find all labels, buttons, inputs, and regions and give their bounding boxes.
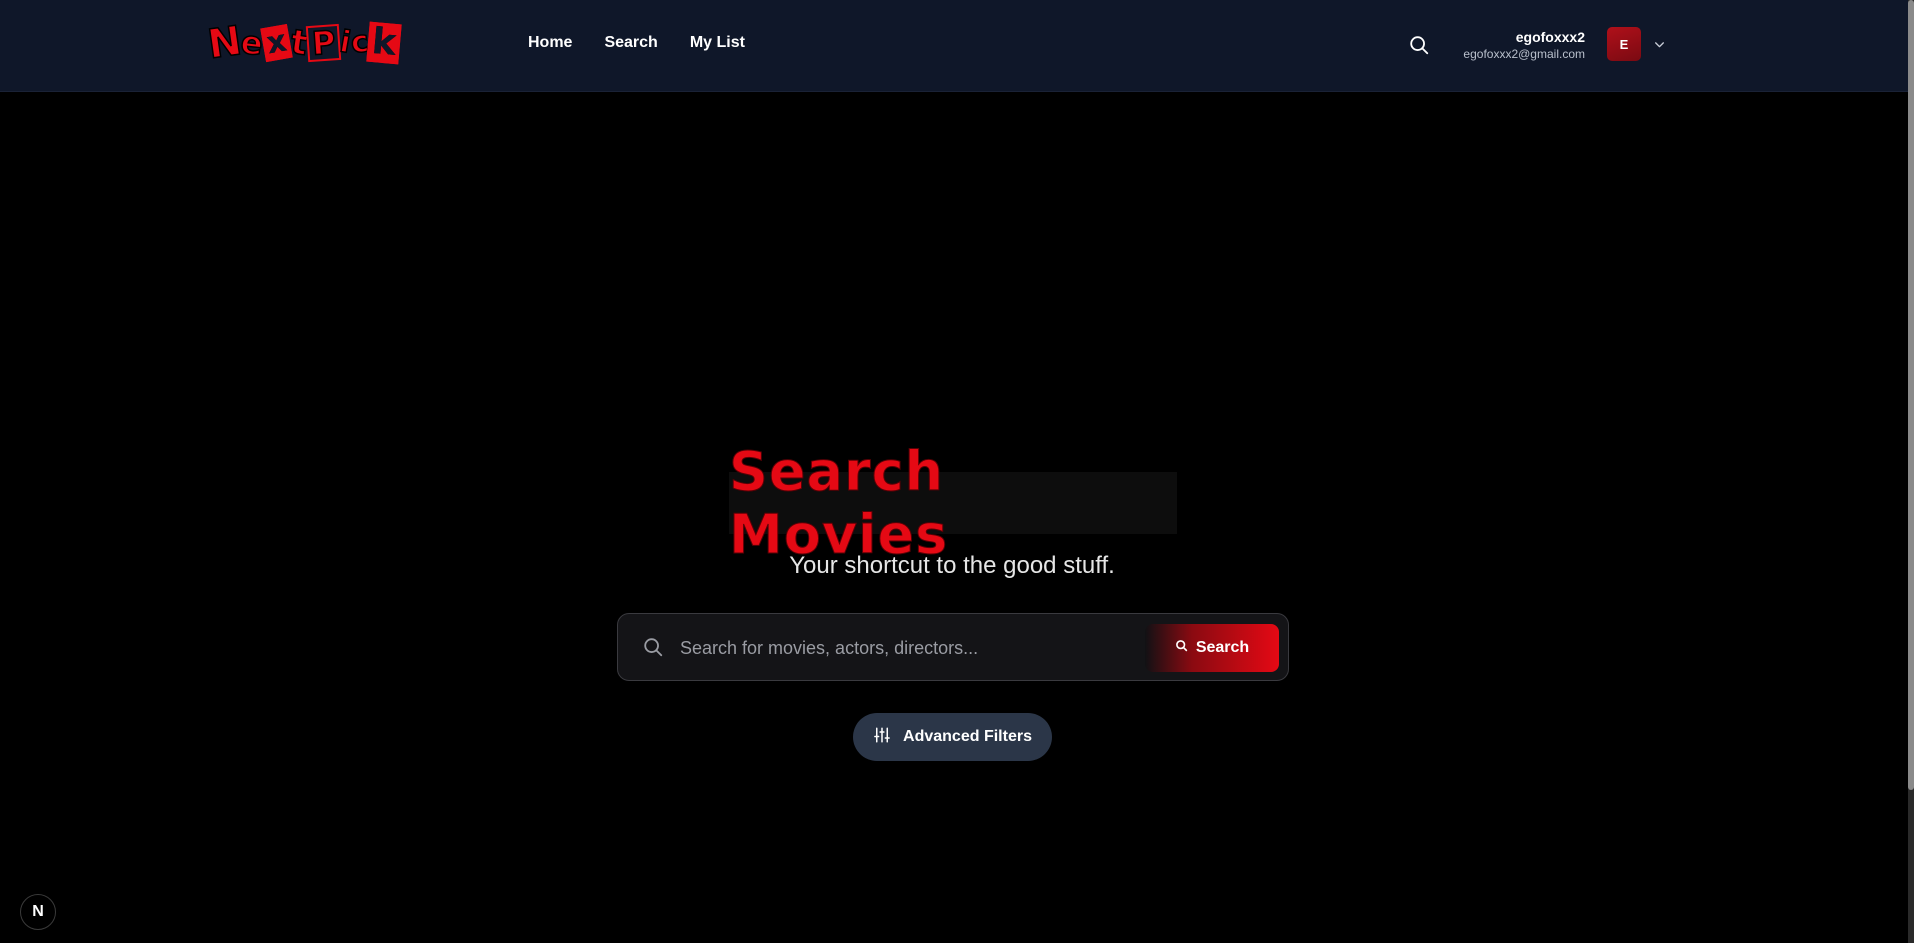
app-root: N e x t P i c k Home Search My List egof…: [0, 0, 1914, 943]
search-input[interactable]: [680, 628, 1120, 668]
sliders-icon: [873, 726, 891, 749]
scrollbar-thumb[interactable]: [1908, 0, 1914, 790]
user-info[interactable]: egofoxxx2 egofoxxx2@gmail.com: [1463, 28, 1585, 62]
search-bar: Search: [617, 613, 1289, 681]
nav-search[interactable]: Search: [604, 34, 657, 52]
chevron-down-icon[interactable]: [1653, 38, 1666, 51]
nextpick-logo[interactable]: N e x t P i c k: [204, 17, 496, 69]
scrollbar[interactable]: [1908, 0, 1914, 943]
top-navbar: N e x t P i c k Home Search My List egof…: [0, 0, 1908, 92]
search-icon: [642, 636, 664, 658]
user-email: egofoxxx2@gmail.com: [1463, 47, 1585, 61]
advanced-filters-label: Advanced Filters: [903, 728, 1032, 745]
avatar[interactable]: E: [1607, 27, 1641, 61]
main-nav: Home Search My List: [528, 34, 745, 52]
nav-my-list[interactable]: My List: [690, 34, 745, 52]
page-subtitle: Your shortcut to the good stuff.: [789, 552, 1115, 579]
page-title: Search Movies: [729, 440, 1177, 567]
nav-home[interactable]: Home: [528, 34, 572, 52]
search-button[interactable]: Search: [1145, 624, 1279, 672]
search-button-label: Search: [1195, 639, 1250, 656]
user-name: egofoxxx2: [1515, 29, 1585, 45]
advanced-filters-button[interactable]: Advanced Filters: [853, 713, 1052, 761]
search-icon: [1175, 639, 1188, 657]
dev-tools-badge[interactable]: N: [20, 894, 56, 930]
header-search-icon[interactable]: [1408, 34, 1430, 56]
